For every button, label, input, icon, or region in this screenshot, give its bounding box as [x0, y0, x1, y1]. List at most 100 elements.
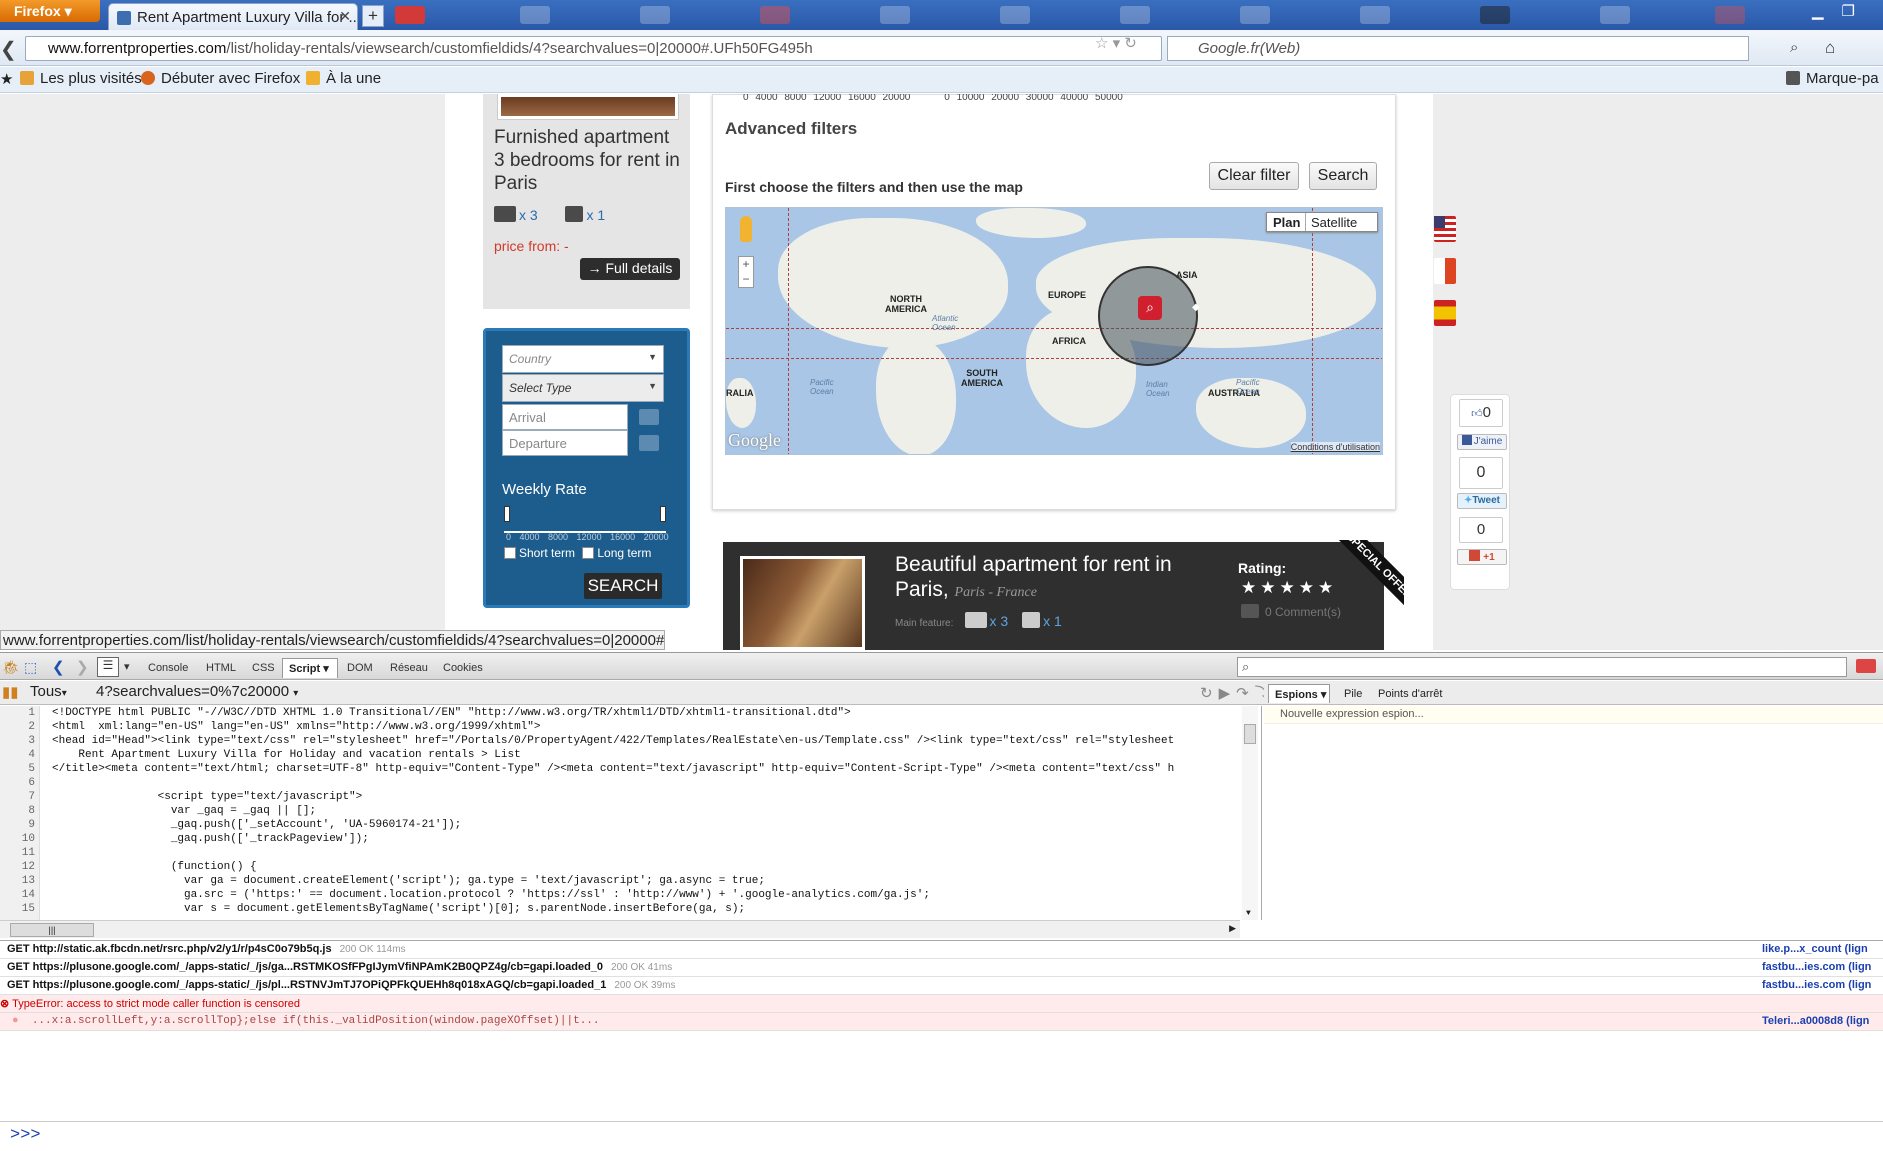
error-source-link[interactable]: Teleri...a0008d8 (lign [1762, 1015, 1869, 1027]
line-number[interactable]: 10 [0, 832, 35, 846]
line-number[interactable]: 2 [0, 720, 35, 734]
script-file-select[interactable]: 4?searchvalues=0%7c20000 ▾ [96, 683, 298, 700]
google-plus-one-button[interactable]: +1 [1457, 549, 1507, 565]
map-satellite-button[interactable]: Satellite [1311, 215, 1357, 230]
line-number[interactable]: 5 [0, 762, 35, 776]
calendar-icon[interactable] [639, 409, 659, 425]
tab-dom[interactable]: DOM [347, 662, 373, 674]
new-tab-button[interactable]: + [362, 5, 384, 27]
facebook-like-button[interactable]: J'aime [1457, 434, 1507, 450]
back-icon[interactable]: ❮ [52, 658, 65, 676]
close-tab-icon[interactable]: ✕ [339, 8, 351, 25]
full-details-button[interactable]: → Full details [580, 258, 680, 280]
taskbar-app-icon[interactable] [1120, 6, 1150, 24]
line-number[interactable]: 14 [0, 888, 35, 902]
radius-handle-icon[interactable]: ◆ [1192, 302, 1200, 313]
calendar-icon[interactable] [639, 435, 659, 451]
line-number[interactable]: 6 [0, 776, 35, 790]
map-search-pin-icon[interactable]: ⌕ [1138, 296, 1162, 320]
featured-listing-photo[interactable] [740, 556, 865, 650]
scrollbar-thumb[interactable] [1244, 724, 1256, 744]
line-number[interactable]: 3 [0, 734, 35, 748]
widget-search-button[interactable]: SEARCH [584, 573, 662, 599]
tab-html[interactable]: HTML [206, 662, 236, 674]
scrollbar-thumb[interactable]: ||| [10, 923, 94, 937]
line-number[interactable]: 1 [0, 706, 35, 720]
back-arrow-icon[interactable]: ❮ [0, 37, 17, 62]
flag-language-icon[interactable] [1434, 258, 1456, 284]
request-source-link[interactable]: fastbu...ies.com (lign [1762, 979, 1871, 991]
scroll-down-icon[interactable]: ▼ [1246, 909, 1251, 918]
bookmark-getting-started[interactable]: Débuter avec Firefox [141, 70, 300, 87]
taskbar-app-icon[interactable] [395, 6, 425, 24]
horizontal-scrollbar[interactable]: ||| ▶ [0, 920, 1240, 938]
departure-input[interactable]: Departure [502, 430, 628, 456]
taskbar-app-icon[interactable] [1715, 6, 1745, 24]
world-map[interactable]: NORTH AMERICA EUROPE ASIA AFRICA SOUTH A… [725, 207, 1383, 455]
browser-tab[interactable]: Rent Apartment Luxury Villa for ... ✕ [108, 3, 358, 30]
line-number[interactable]: 15 [0, 902, 35, 916]
slider-min-handle[interactable] [504, 506, 510, 522]
bookmark-most-visited[interactable]: Les plus visités [20, 70, 142, 87]
bookmark-headlines[interactable]: À la une [306, 70, 381, 87]
line-number[interactable]: 8 [0, 804, 35, 818]
flag-spain-icon[interactable] [1434, 300, 1456, 326]
network-log-row[interactable]: GET https://plusone.google.com/_/apps-st… [0, 977, 1883, 995]
tab-watch[interactable]: Espions ▾ [1268, 684, 1330, 703]
clear-filter-button[interactable]: Clear filter [1209, 162, 1299, 190]
request-source-link[interactable]: fastbu...ies.com (lign [1762, 961, 1871, 973]
line-number[interactable]: 11 [0, 846, 35, 860]
listing-title[interactable]: Furnished apartment 3 bedrooms for rent … [494, 126, 684, 195]
street-view-pegman-icon[interactable] [740, 216, 752, 242]
script-source-pane[interactable]: 1 2 3 4 5 6 7 8 9 10 11 12 13 14 15 <!DOCTYPE html PUB… [0, 706, 1262, 920]
home-icon[interactable]: ⌂ [1825, 38, 1835, 58]
zoom-out-icon[interactable]: − [739, 272, 753, 287]
listing-thumbnail[interactable] [497, 94, 679, 120]
taskbar-app-icon[interactable] [1600, 6, 1630, 24]
flag-us-icon[interactable] [1434, 216, 1456, 242]
long-term-checkbox[interactable] [582, 547, 595, 559]
firebug-bug-icon[interactable]: 🐞︎ [2, 659, 20, 676]
tab-network[interactable]: Réseau [390, 662, 428, 674]
short-term-checkbox[interactable] [504, 547, 516, 559]
tab-console[interactable]: Console [148, 662, 188, 674]
url-bar[interactable]: www.forrentproperties.com/list/holiday-r… [25, 36, 1162, 61]
featured-listing-title[interactable]: Beautiful apartment for rent in Paris, P… [895, 552, 1185, 605]
maximize-icon[interactable]: ❐ [1842, 3, 1873, 20]
close-firebug-icon[interactable] [1856, 659, 1876, 673]
scroll-right-icon[interactable]: ▶ [1229, 923, 1236, 934]
line-number[interactable]: 7 [0, 790, 35, 804]
line-number[interactable]: 4 [0, 748, 35, 762]
taskbar-app-icon[interactable] [520, 6, 550, 24]
network-log-row[interactable]: GET http://static.ak.fbcdn.net/rsrc.php/… [0, 941, 1883, 959]
taskbar-app-icon[interactable] [1240, 6, 1270, 24]
map-terms-link[interactable]: Conditions d'utilisation [1290, 442, 1380, 452]
tab-cookies[interactable]: Cookies [443, 662, 483, 674]
tweet-button[interactable]: ✦Tweet [1457, 493, 1507, 509]
firefox-menu-button[interactable]: Firefox ▾ [0, 0, 100, 22]
firebug-search-input[interactable]: ⌕ [1237, 657, 1847, 677]
tab-css[interactable]: CSS [252, 662, 275, 674]
tab-script[interactable]: Script ▾ [282, 658, 338, 678]
slider-max-handle[interactable] [660, 506, 666, 522]
tab-stack[interactable]: Pile [1344, 688, 1362, 700]
error-log-row[interactable]: ⊗ TypeError: access to strict mode calle… [0, 995, 1883, 1013]
pause-icon[interactable]: ▮▮ [2, 683, 19, 701]
taskbar-app-icon[interactable] [1360, 6, 1390, 24]
web-search-input[interactable]: Google.fr(Web) [1167, 36, 1749, 61]
error-code-row[interactable]: ● ...x:a.scrollLeft,y:a.scrollTop};else … [0, 1013, 1883, 1031]
panel-menu-icon[interactable]: ▾ [124, 660, 130, 673]
taskbar-app-icon[interactable] [640, 6, 670, 24]
taskbar-app-icon[interactable] [1480, 6, 1510, 24]
map-zoom-control[interactable]: + − [738, 256, 754, 288]
line-number[interactable]: 9 [0, 818, 35, 832]
zoom-in-icon[interactable]: + [739, 257, 753, 272]
line-number[interactable]: 12 [0, 860, 35, 874]
bookmark-star-icon[interactable]: ☆ ▾ ↻ [1095, 34, 1137, 52]
taskbar-app-icon[interactable] [1000, 6, 1030, 24]
arrival-input[interactable]: Arrival [502, 404, 628, 430]
line-number[interactable]: 13 [0, 874, 35, 888]
filter-search-button[interactable]: Search [1309, 162, 1377, 190]
map-plan-button[interactable]: Plan [1273, 215, 1300, 230]
forward-icon[interactable]: ❯ [76, 658, 89, 676]
